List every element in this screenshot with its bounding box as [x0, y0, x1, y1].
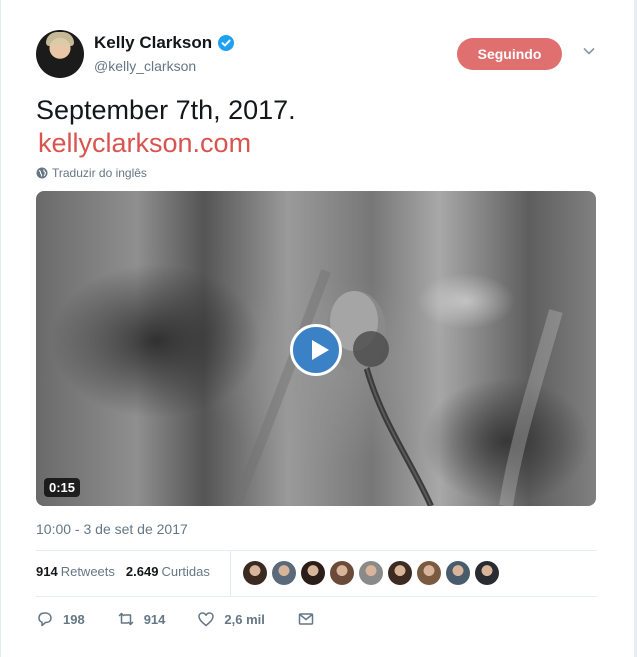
- author-name-row[interactable]: Kelly Clarkson: [94, 33, 235, 53]
- chevron-down-icon[interactable]: [582, 44, 596, 58]
- retweets-count: 914: [36, 564, 58, 579]
- author-avatar[interactable]: [36, 30, 84, 78]
- retweets-stat[interactable]: 914 Retweets: [36, 564, 115, 579]
- likes-label: Curtidas: [161, 564, 210, 579]
- reply-count: 198: [63, 611, 85, 627]
- tweet-text: September 7th, 2017.: [36, 95, 296, 125]
- likes-count: 2.649: [125, 564, 159, 579]
- video-duration: 0:15: [44, 478, 81, 497]
- tweet-timestamp[interactable]: 10:00 - 3 de set de 2017: [36, 521, 188, 537]
- tweet-stats: 914 Retweets 2.649 Curtidas: [36, 564, 210, 579]
- liker-avatar[interactable]: [301, 561, 325, 585]
- following-button[interactable]: Seguindo: [457, 38, 562, 70]
- envelope-icon: [298, 613, 314, 625]
- retweet-button[interactable]: 914: [117, 610, 166, 628]
- stats-top-divider: [36, 550, 597, 551]
- stats-separator: [230, 550, 231, 596]
- retweet-icon: [118, 612, 134, 626]
- video-player[interactable]: 0:15: [36, 191, 596, 506]
- liker-avatars: [243, 561, 499, 585]
- translate-tweet[interactable]: Traduzir do inglês: [36, 166, 147, 180]
- author-handle[interactable]: @kelly_clarkson: [94, 58, 196, 74]
- stats-bottom-divider: [36, 596, 597, 597]
- liker-avatar[interactable]: [243, 561, 267, 585]
- like-count: 2,6 mil: [224, 611, 265, 627]
- author-name[interactable]: Kelly Clarkson: [94, 33, 212, 53]
- liker-avatar[interactable]: [359, 561, 383, 585]
- liker-avatar[interactable]: [388, 561, 412, 585]
- heart-icon: [198, 612, 215, 627]
- liker-avatar[interactable]: [272, 561, 296, 585]
- reply-button[interactable]: 198: [36, 610, 85, 628]
- likes-stat[interactable]: 2.649 Curtidas: [126, 564, 210, 579]
- direct-message-button[interactable]: [297, 610, 315, 628]
- tweet-link[interactable]: kellyclarkson.com: [38, 127, 251, 159]
- retweets-label: Retweets: [60, 564, 115, 579]
- liker-avatar[interactable]: [475, 561, 499, 585]
- tweet-actions: 198 914 2,6 mil: [36, 610, 347, 628]
- verified-badge-icon: [218, 35, 235, 51]
- play-button[interactable]: [290, 324, 342, 376]
- liker-avatar[interactable]: [330, 561, 354, 585]
- like-button[interactable]: 2,6 mil: [197, 610, 265, 628]
- reply-icon: [38, 612, 52, 627]
- tweet-header: Kelly Clarkson @kelly_clarkson Seguindo: [36, 30, 611, 80]
- globe-icon: [36, 167, 48, 179]
- liker-avatar[interactable]: [446, 561, 470, 585]
- retweet-count: 914: [143, 611, 166, 627]
- translate-label[interactable]: Traduzir do inglês: [52, 166, 147, 180]
- liker-avatar[interactable]: [417, 561, 441, 585]
